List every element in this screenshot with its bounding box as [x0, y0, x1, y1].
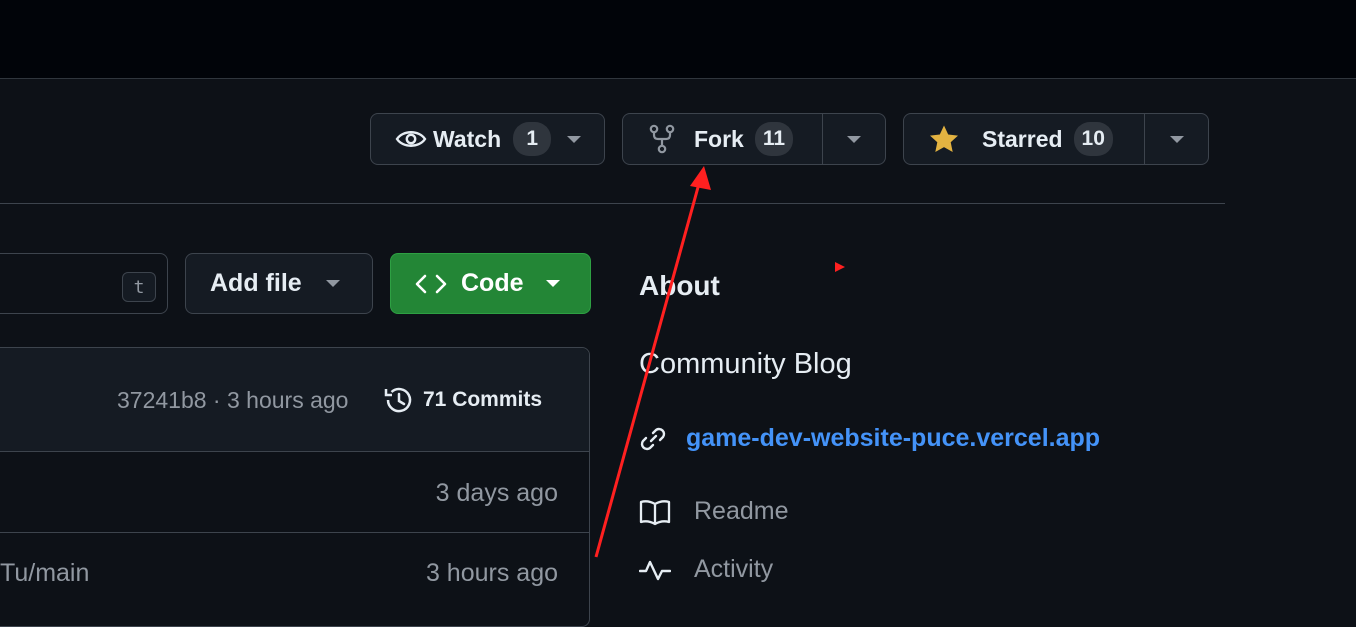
- fork-button[interactable]: Fork 11: [623, 114, 822, 164]
- row-divider: [0, 532, 590, 533]
- chevron-down-icon: [1169, 135, 1184, 143]
- fork-count: 11: [754, 122, 794, 156]
- file-row-message[interactable]: Tu/main: [0, 559, 89, 588]
- about-description: Community Blog: [639, 348, 852, 380]
- file-row-time: 3 days ago: [435, 479, 558, 507]
- readme-link[interactable]: Readme: [639, 497, 789, 526]
- activity-label: Activity: [694, 555, 774, 583]
- header-divider: [0, 203, 1225, 204]
- commits-link[interactable]: 71 Commits: [383, 384, 542, 416]
- fork-button-group: Fork 11: [622, 113, 886, 165]
- fork-icon: [649, 124, 675, 154]
- star-button-group: Starred 10: [903, 113, 1209, 165]
- starred-label: Starred: [982, 125, 1063, 152]
- add-file-label: Add file: [210, 269, 302, 297]
- fork-label: Fork: [694, 125, 744, 152]
- pulse-icon: [639, 557, 671, 583]
- starred-button[interactable]: Starred 10: [904, 114, 1144, 164]
- readme-label: Readme: [694, 497, 789, 525]
- shortcut-key-badge: t: [122, 272, 156, 302]
- commits-count-label: 71 Commits: [423, 388, 543, 411]
- code-label: Code: [461, 269, 524, 297]
- chevron-down-icon: [847, 135, 861, 143]
- chevron-down-icon: [325, 280, 340, 287]
- website-link-text: game-dev-website-puce.vercel.app: [686, 424, 1101, 452]
- book-icon: [639, 498, 671, 526]
- history-icon: [383, 384, 415, 416]
- fork-dropdown-button[interactable]: [823, 114, 885, 164]
- eye-icon: [395, 128, 427, 150]
- row-divider: [0, 451, 590, 452]
- file-row-time: 3 hours ago: [425, 559, 558, 587]
- code-icon: [415, 273, 447, 295]
- watch-label: Watch: [433, 125, 502, 152]
- star-dropdown-button[interactable]: [1145, 114, 1208, 164]
- go-to-file-input[interactable]: t: [0, 253, 168, 314]
- star-icon: [928, 124, 960, 154]
- chevron-down-icon: [545, 280, 560, 287]
- watch-count: 1: [513, 122, 552, 156]
- website-link[interactable]: game-dev-website-puce.vercel.app: [639, 424, 1100, 453]
- watch-button[interactable]: Watch 1: [370, 113, 605, 165]
- chevron-down-icon: [567, 135, 582, 143]
- link-icon: [639, 425, 667, 453]
- add-file-button[interactable]: Add file: [185, 253, 373, 314]
- about-heading: About: [639, 270, 720, 301]
- star-count: 10: [1073, 122, 1113, 156]
- activity-link[interactable]: Activity: [639, 555, 773, 584]
- top-header-bar: [0, 0, 1356, 79]
- code-button[interactable]: Code: [390, 253, 591, 314]
- commit-hash-time[interactable]: 37241b8 · 3 hours ago: [117, 387, 348, 414]
